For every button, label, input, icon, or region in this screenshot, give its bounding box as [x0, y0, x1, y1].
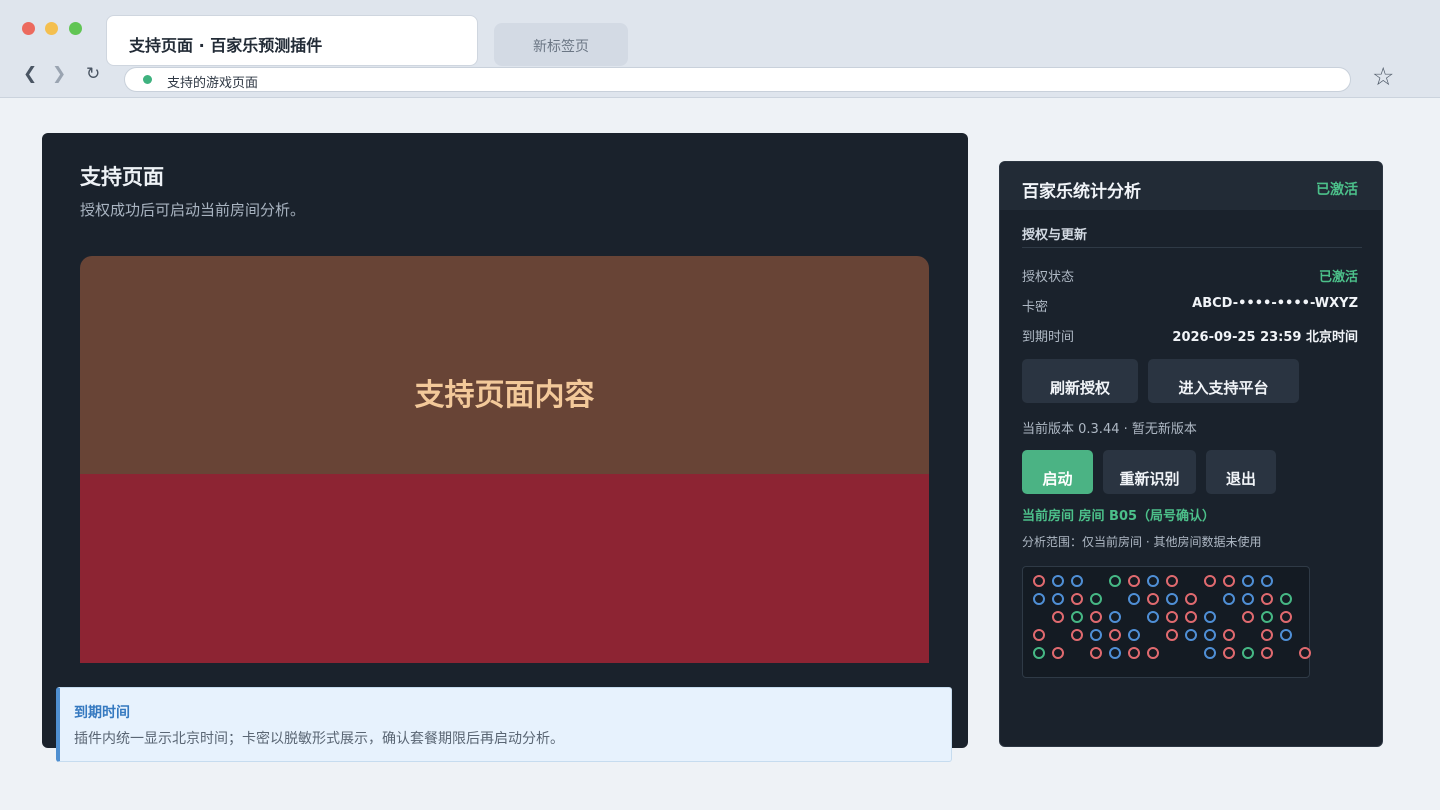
re-recognize-button[interactable]: 重新识别 — [1103, 450, 1196, 494]
row-value: 2026-09-25 23:59 北京时间 — [1172, 330, 1358, 345]
bead-player — [1204, 629, 1216, 641]
bead-player — [1128, 629, 1140, 641]
secure-indicator-icon — [143, 75, 152, 84]
bead-banker — [1223, 575, 1235, 587]
bead-banker — [1166, 575, 1178, 587]
notice-title: 到期时间 — [74, 705, 130, 721]
plugin-header: 百家乐统计分析 已激活 — [1000, 162, 1382, 210]
notice-text: 插件内统一显示北京时间；卡密以脱敏形式展示，确认套餐期限后再启动分析。 — [74, 731, 564, 747]
bead-banker — [1052, 611, 1064, 623]
window-close-button[interactable] — [22, 22, 35, 35]
bead-tie — [1109, 575, 1121, 587]
expiry-notice: 到期时间 插件内统一显示北京时间；卡密以脱敏形式展示，确认套餐期限后再启动分析。 — [56, 687, 952, 762]
bead-banker — [1166, 611, 1178, 623]
bead-player — [1166, 593, 1178, 605]
game-table-area — [80, 474, 929, 663]
bead-player — [1052, 575, 1064, 587]
plugin-title: 百家乐统计分析 — [1022, 182, 1141, 202]
bead-player — [1242, 575, 1254, 587]
bead-banker — [1261, 647, 1273, 659]
bead-banker — [1185, 611, 1197, 623]
forward-icon[interactable]: ❯ — [52, 64, 66, 84]
bead-player — [1109, 611, 1121, 623]
exit-button[interactable]: 退出 — [1206, 450, 1276, 494]
game-content-area: 支持页面内容 — [80, 256, 929, 474]
bead-banker — [1071, 629, 1083, 641]
bookmark-star-icon[interactable]: ☆ — [1372, 62, 1394, 91]
bead-player — [1033, 593, 1045, 605]
bead-banker — [1071, 593, 1083, 605]
bead-banker — [1280, 611, 1292, 623]
bead-player — [1242, 593, 1254, 605]
bead-banker — [1223, 629, 1235, 641]
bead-banker — [1261, 593, 1273, 605]
row-value: ABCD-••••-••••-WXYZ — [1192, 296, 1358, 311]
reload-icon[interactable]: ↻ — [86, 64, 100, 84]
bead-banker — [1128, 575, 1140, 587]
version-text: 当前版本 0.3.44 · 暂无新版本 — [1022, 422, 1197, 437]
section-divider — [1022, 247, 1362, 248]
status-badge: 已激活 — [1316, 182, 1358, 198]
row-key: 授权状态 — [1022, 270, 1075, 285]
bead-tie — [1071, 611, 1083, 623]
current-room-text: 当前房间 房间 B05（局号确认） — [1022, 509, 1216, 524]
bead-road-grid — [1022, 566, 1311, 678]
bead-player — [1052, 593, 1064, 605]
bead-player — [1128, 593, 1140, 605]
support-page-panel: 支持页面 授权成功后可启动当前房间分析。 支持页面内容 — [42, 133, 968, 748]
bead-player — [1147, 575, 1159, 587]
bead-banker — [1090, 611, 1102, 623]
bead-tie — [1090, 593, 1102, 605]
tab-support-page[interactable]: 支持页面 · 百家乐预测插件 — [106, 15, 478, 66]
bead-banker — [1223, 647, 1235, 659]
bead-player — [1071, 575, 1083, 587]
row-key: 到期时间 — [1022, 330, 1075, 345]
bead-banker — [1090, 647, 1102, 659]
bead-banker — [1033, 575, 1045, 587]
bead-player — [1090, 629, 1102, 641]
bead-player — [1223, 593, 1235, 605]
bead-banker — [1185, 593, 1197, 605]
bead-banker — [1128, 647, 1140, 659]
bead-player — [1204, 611, 1216, 623]
enter-platform-button[interactable]: 进入支持平台 — [1148, 359, 1299, 403]
bead-player — [1147, 611, 1159, 623]
page-subtitle: 授权成功后可启动当前房间分析。 — [80, 201, 306, 219]
bead-tie — [1261, 611, 1273, 623]
bead-banker — [1147, 593, 1159, 605]
window-minimize-button[interactable] — [45, 22, 58, 35]
refresh-auth-button[interactable]: 刷新授权 — [1022, 359, 1138, 403]
tab-new[interactable]: 新标签页 — [494, 23, 628, 66]
analysis-scope-text: 分析范围：仅当前房间 · 其他房间数据未使用 — [1022, 535, 1262, 549]
start-button[interactable]: 启动 — [1022, 450, 1093, 494]
section-title: 授权与更新 — [1022, 228, 1088, 243]
bead-tie — [1242, 647, 1254, 659]
address-bar[interactable]: 支持的游戏页面 — [124, 67, 1351, 92]
bead-banker — [1109, 629, 1121, 641]
bead-player — [1261, 575, 1273, 587]
bead-tie — [1033, 647, 1045, 659]
bead-banker — [1033, 629, 1045, 641]
window-maximize-button[interactable] — [69, 22, 82, 35]
content-label: 支持页面内容 — [414, 378, 595, 413]
row-key: 卡密 — [1022, 300, 1049, 315]
bead-banker — [1261, 629, 1273, 641]
browser-chrome: 支持页面 · 百家乐预测插件 新标签页 ❮ ❯ ↻ 支持的游戏页面 ☆ — [0, 0, 1440, 98]
bead-banker — [1299, 647, 1311, 659]
bead-banker — [1166, 629, 1178, 641]
bead-player — [1204, 647, 1216, 659]
page-title: 支持页面 — [80, 165, 164, 189]
bead-tie — [1280, 593, 1292, 605]
bead-banker — [1147, 647, 1159, 659]
bead-banker — [1052, 647, 1064, 659]
row-value: 已激活 — [1318, 270, 1358, 285]
address-text: 支持的游戏页面 — [167, 76, 259, 91]
bead-banker — [1242, 611, 1254, 623]
plugin-panel: 百家乐统计分析 已激活 授权与更新 授权状态 已激活 卡密 ABCD-••••-… — [999, 161, 1383, 747]
bead-banker — [1204, 575, 1216, 587]
bead-player — [1109, 647, 1121, 659]
bead-player — [1280, 629, 1292, 641]
back-icon[interactable]: ❮ — [23, 64, 37, 84]
bead-player — [1185, 629, 1197, 641]
